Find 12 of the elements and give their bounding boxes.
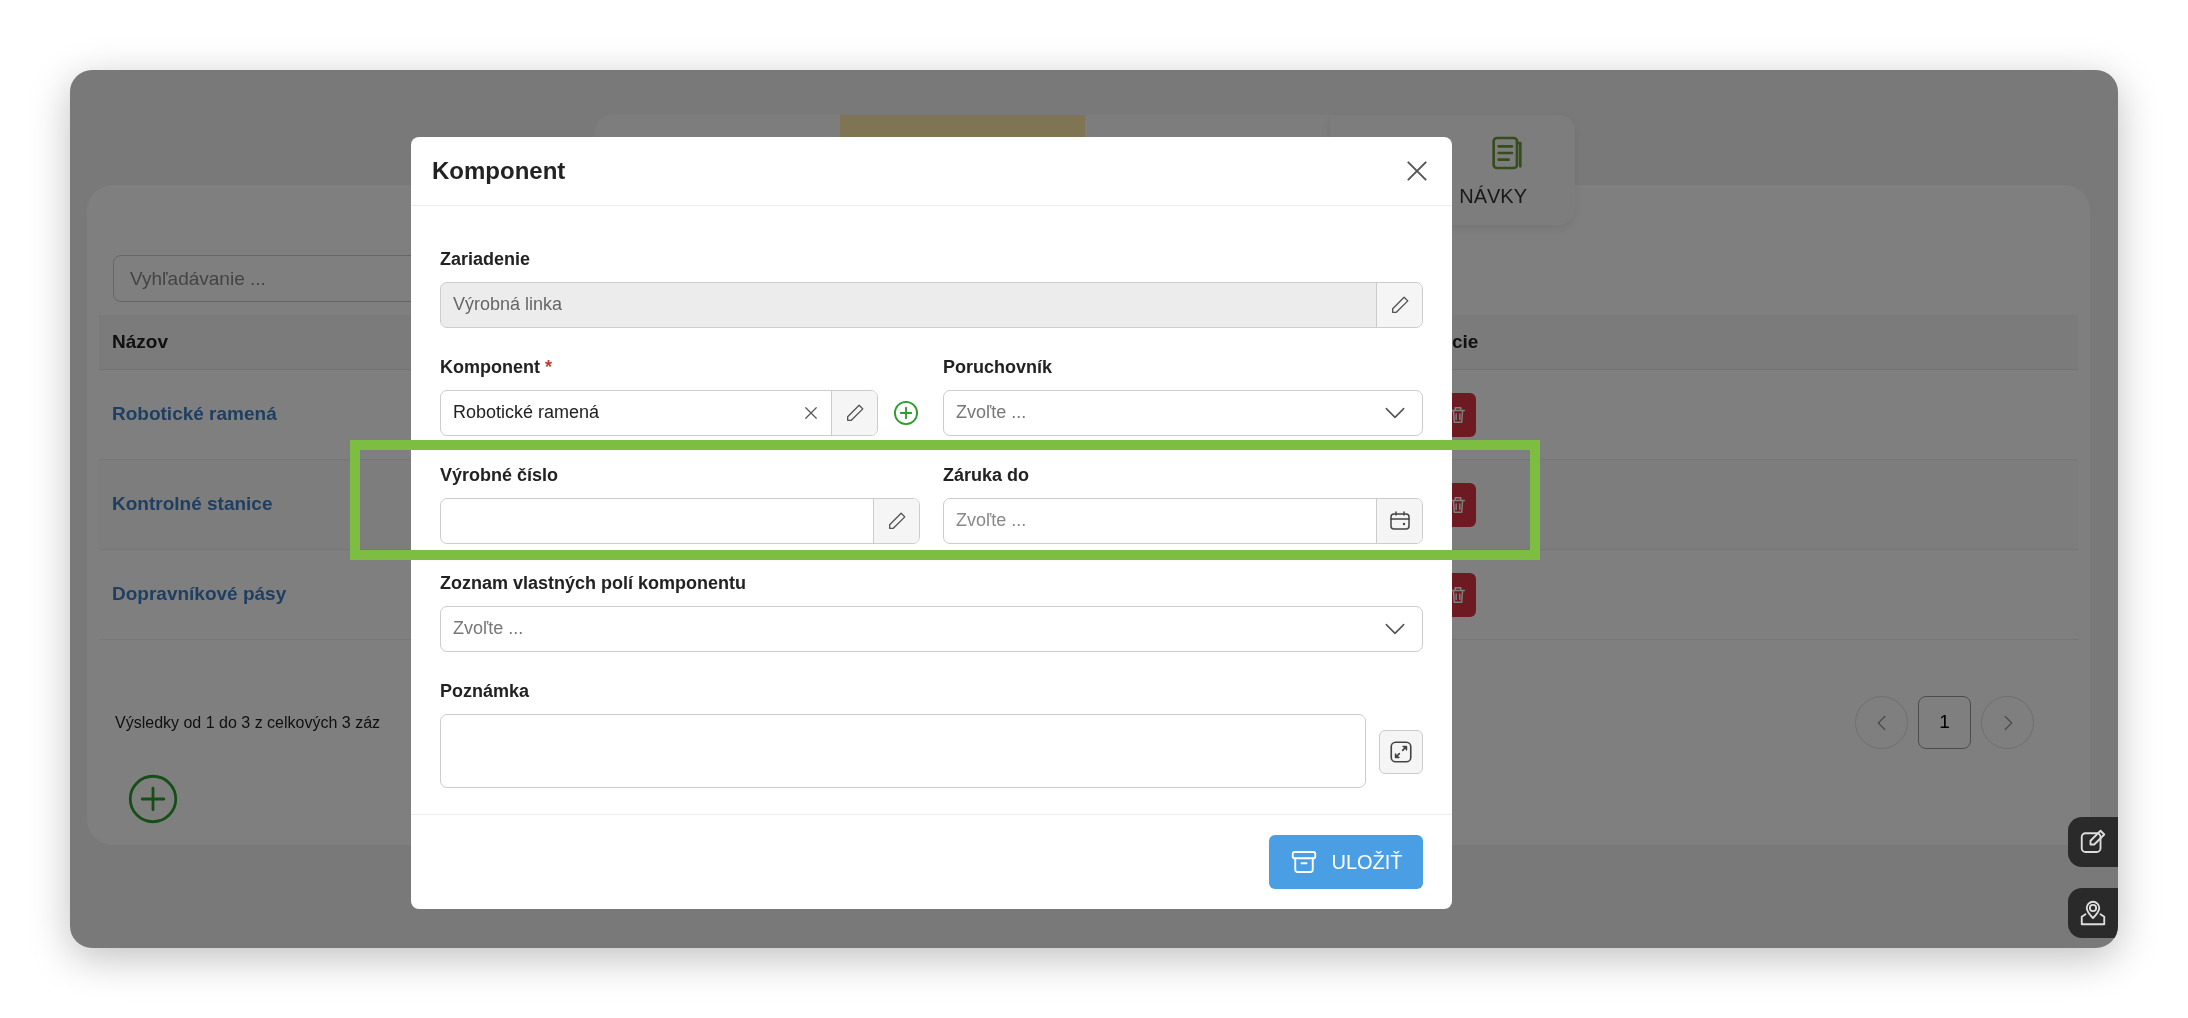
- field-label: Komponent: [440, 356, 540, 377]
- field-label: Zariadenie: [440, 247, 531, 271]
- results-summary: Výsledky od 1 do 3 z celkových 3 záz: [115, 712, 381, 733]
- field-label: Poznámka: [440, 679, 530, 703]
- required-mark: *: [545, 356, 552, 377]
- column-header: cie: [1452, 330, 1479, 352]
- modal-title: Komponent: [432, 155, 566, 186]
- field-label: Záruka do: [943, 463, 1030, 487]
- field-label: Poruchovník: [943, 355, 1053, 379]
- field-label: Zoznam vlastných polí komponentu: [440, 571, 747, 595]
- column-header: Názov: [112, 330, 168, 352]
- field-label: Výrobné číslo: [440, 463, 559, 487]
